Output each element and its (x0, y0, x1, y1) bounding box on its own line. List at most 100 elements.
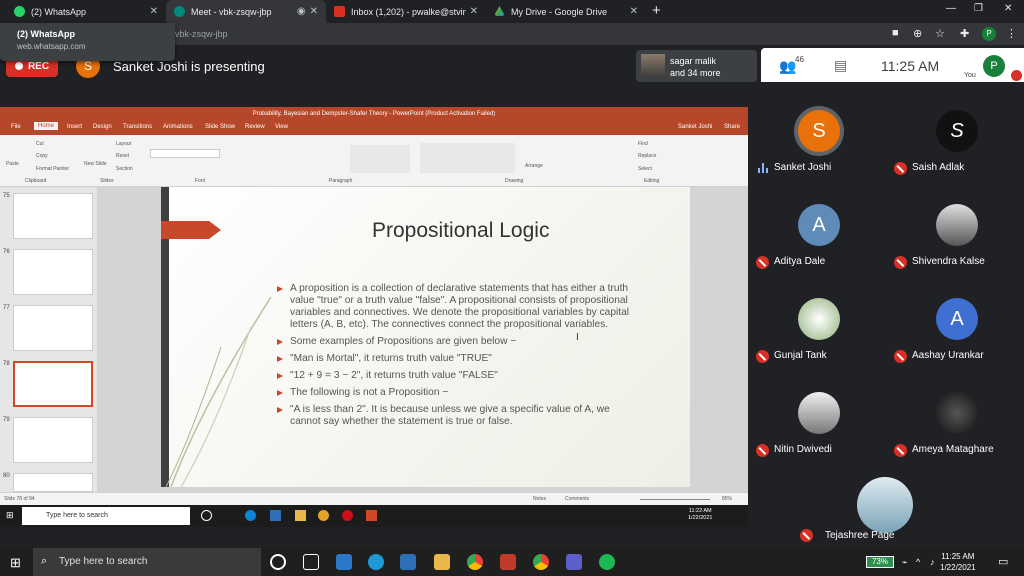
power-icon[interactable]: ⌁ (902, 557, 907, 568)
slide-thumbnail[interactable] (13, 249, 93, 295)
people-icon[interactable]: 👥 (779, 58, 796, 75)
close-window-button[interactable]: ✕ (1004, 3, 1012, 14)
cortana-button[interactable] (270, 554, 286, 570)
ppt-window-title: Probability, Bayesian and Dempster-Shafe… (0, 107, 748, 121)
close-tab-icon[interactable]: ✕ (630, 6, 638, 17)
bookmark-star-icon[interactable]: ☆ (935, 27, 945, 40)
windows-start-icon: ⊞ (6, 510, 14, 520)
whatsapp-icon (14, 6, 25, 17)
participant-tile[interactable]: Gunjal Tank (750, 292, 886, 386)
arrange-button[interactable]: Arrange (525, 163, 543, 169)
current-slide[interactable]: Propositional Logic A proposition is a c… (161, 187, 690, 487)
extensions-icon[interactable]: ✚ (960, 27, 969, 40)
notes-button[interactable]: Notes (533, 496, 546, 502)
layout-button[interactable]: Layout (116, 141, 131, 147)
mail-icon[interactable] (400, 554, 416, 570)
tab-gmail[interactable]: Inbox (1,202) - pwalke@stvincen ✕ (326, 0, 486, 23)
reset-button[interactable]: Reset (116, 153, 129, 159)
windows-taskbar: ⊞ Type here to search ⌕ 73% ⌁ ^ ♪ 11:25 … (0, 548, 1024, 576)
new-slide-button[interactable]: New Slide (84, 161, 107, 167)
edge-icon[interactable] (368, 554, 384, 570)
teams-icon[interactable] (566, 554, 582, 570)
share-button[interactable]: Share (724, 124, 740, 130)
self-avatar[interactable]: P (983, 55, 1005, 77)
zoom-icon[interactable]: ⊕ (913, 27, 922, 40)
show-hidden-icons[interactable]: ^ (916, 557, 920, 567)
participant-tile[interactable]: A Aditya Dale (750, 198, 886, 292)
launcher-l-icon[interactable] (336, 554, 352, 570)
participant-tile[interactable]: S Sanket Joshi (750, 104, 886, 198)
pinned-participant-card[interactable]: sagar malik and 34 more (636, 50, 757, 82)
copy-button[interactable]: Copy (36, 153, 48, 159)
section-button[interactable]: Section (116, 166, 133, 172)
task-view-button[interactable] (303, 554, 319, 570)
windows-start-button[interactable]: ⊞ (10, 555, 21, 571)
camera-icon[interactable]: ■ (892, 27, 899, 39)
font-name-input[interactable] (150, 149, 220, 158)
menu-slideshow[interactable]: Slide Show (205, 124, 235, 130)
participant-tile[interactable]: Nitin Dwivedi (750, 386, 886, 480)
taskbar-clock[interactable]: 11:25 AM 1/22/2021 (940, 551, 976, 573)
chrome-icon[interactable] (533, 554, 549, 570)
close-tab-icon[interactable]: ✕ (150, 6, 158, 17)
close-tab-icon[interactable]: ✕ (310, 6, 318, 17)
tab-whatsapp[interactable]: (2) WhatsApp ✕ (6, 0, 166, 23)
slide-thumbnail-selected[interactable] (13, 361, 93, 407)
menu-view[interactable]: View (275, 124, 288, 130)
tab-drive[interactable]: My Drive - Google Drive ✕ (486, 0, 646, 23)
ppt-user: Sanket Joshi (678, 124, 713, 130)
cut-button[interactable]: Cut (36, 141, 44, 147)
bullet-item: Some examples of Propositions are given … (277, 336, 637, 348)
tab-meet[interactable]: Meet - vbk-zsqw-jbp ◉ ✕ (166, 0, 326, 23)
slide-thumbnail[interactable] (13, 473, 93, 492)
new-tab-button[interactable]: + (652, 2, 661, 19)
slide-thumbnail[interactable] (13, 417, 93, 463)
menu-icon[interactable]: ⋮ (1006, 27, 1017, 40)
notifications-icon[interactable]: ▭ (998, 555, 1008, 568)
bullet-item: The following is not a Proposition − (277, 387, 637, 399)
battery-indicator[interactable]: 73% (866, 556, 894, 568)
menu-home[interactable]: Home (34, 122, 59, 130)
volume-icon[interactable]: ♪ (930, 557, 935, 567)
meet-top-bar: 👥 46 ▤ 11:25 AM You P (761, 48, 1024, 82)
url-text[interactable]: vbk-zsqw-jbp (175, 29, 228, 39)
maximize-button[interactable]: ❐ (974, 3, 983, 14)
app-red-icon[interactable] (500, 554, 516, 570)
participant-tile[interactable]: Tejashree Page (794, 472, 930, 548)
comments-button[interactable]: Comments (565, 496, 589, 502)
participant-tile[interactable]: A Aashay Urankar (888, 292, 1024, 386)
select-button[interactable]: Select (638, 166, 652, 172)
shapes-gallery[interactable] (420, 143, 515, 173)
thumb-number: 75 (3, 193, 10, 199)
zoom-level[interactable]: 85% (722, 496, 732, 502)
profile-avatar[interactable]: P (982, 27, 996, 41)
menu-file[interactable]: File (11, 124, 21, 130)
minimize-button[interactable]: — (946, 3, 956, 14)
search-icon: ⌕ (41, 555, 48, 567)
find-button[interactable]: Find (638, 141, 648, 147)
participant-tile[interactable]: S Saish Adlak (888, 104, 1024, 198)
file-explorer-icon[interactable] (434, 554, 450, 570)
speaking-icon (758, 163, 768, 173)
slide-thumbnail[interactable] (13, 305, 93, 351)
chat-icon[interactable]: ▤ (834, 57, 847, 74)
menu-review[interactable]: Review (245, 124, 265, 130)
zoom-slider[interactable] (640, 499, 710, 500)
menu-insert[interactable]: Insert (67, 124, 82, 130)
paste-button[interactable]: Paste (6, 161, 19, 167)
chrome-icon[interactable] (467, 554, 483, 570)
replace-button[interactable]: Replace (638, 153, 656, 159)
close-tab-icon[interactable]: ✕ (470, 6, 478, 17)
participant-name: Sanket Joshi (774, 162, 832, 173)
participant-tile[interactable]: Shivendra Kalse (888, 198, 1024, 292)
slide-thumbnail[interactable] (13, 193, 93, 239)
menu-design[interactable]: Design (93, 124, 112, 130)
spotify-icon[interactable] (599, 554, 615, 570)
menu-transitions[interactable]: Transitions (123, 124, 152, 130)
format-painter-button[interactable]: Format Painter (36, 166, 69, 172)
participant-name: Aditya Dale (774, 256, 826, 267)
paragraph-tools[interactable] (350, 145, 410, 173)
participant-tile[interactable]: Ameya Mataghare (888, 386, 1024, 480)
menu-animations[interactable]: Animations (163, 124, 193, 130)
taskbar-search-box[interactable]: Type here to search (33, 548, 261, 576)
